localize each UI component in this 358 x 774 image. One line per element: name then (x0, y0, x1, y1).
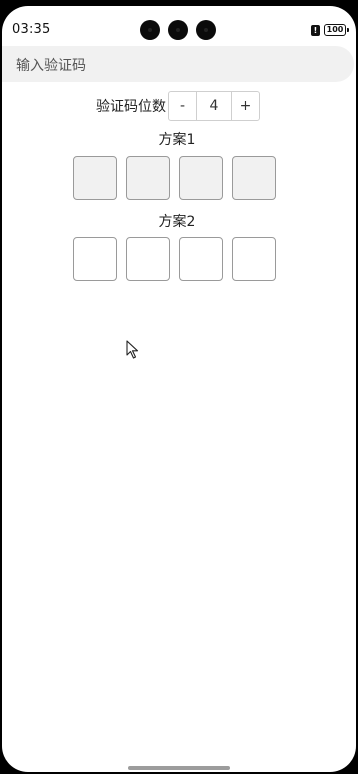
digits-value[interactable]: 4 (196, 91, 232, 120)
battery-icon: 100 (324, 24, 349, 36)
plan1-label: 方案1 (158, 132, 196, 148)
title-bar: 输入验证码 (2, 46, 354, 82)
code-digit-input[interactable] (126, 156, 170, 200)
plan2-code-inputs (73, 237, 276, 281)
code-digit-input[interactable] (179, 237, 223, 281)
code-digit-input[interactable] (126, 237, 170, 281)
plan1-code-inputs (73, 156, 276, 200)
digits-setting-row: 验证码位数 - 4 + (96, 90, 260, 121)
alert-icon: ! (311, 24, 320, 36)
plan2-label: 方案2 (158, 214, 196, 230)
code-digit-input[interactable] (179, 156, 223, 200)
code-digit-input[interactable] (73, 156, 117, 200)
code-digit-input[interactable] (73, 237, 117, 281)
app-screen: 03:35 ! 100 输入验证码 验证码位数 - 4 + 方案1 方案2 (2, 6, 356, 772)
code-digit-input[interactable] (232, 237, 276, 281)
page-title: 输入验证码 (16, 58, 86, 74)
code-digit-input[interactable] (232, 156, 276, 200)
status-time: 03:35 (12, 22, 51, 37)
camera-cutout (196, 20, 216, 40)
increment-button[interactable]: + (232, 92, 259, 120)
digits-stepper: - 4 + (168, 90, 260, 121)
camera-cutout (168, 20, 188, 40)
camera-cutout (140, 20, 160, 40)
mouse-pointer-icon (126, 340, 139, 359)
device-frame: 03:35 ! 100 输入验证码 验证码位数 - 4 + 方案1 方案2 (0, 0, 358, 774)
status-bar: 03:35 ! 100 (2, 6, 356, 46)
home-indicator[interactable] (128, 766, 230, 770)
digits-label: 验证码位数 (96, 98, 166, 115)
status-icons: ! 100 (311, 24, 349, 36)
decrement-button[interactable]: - (169, 92, 196, 120)
